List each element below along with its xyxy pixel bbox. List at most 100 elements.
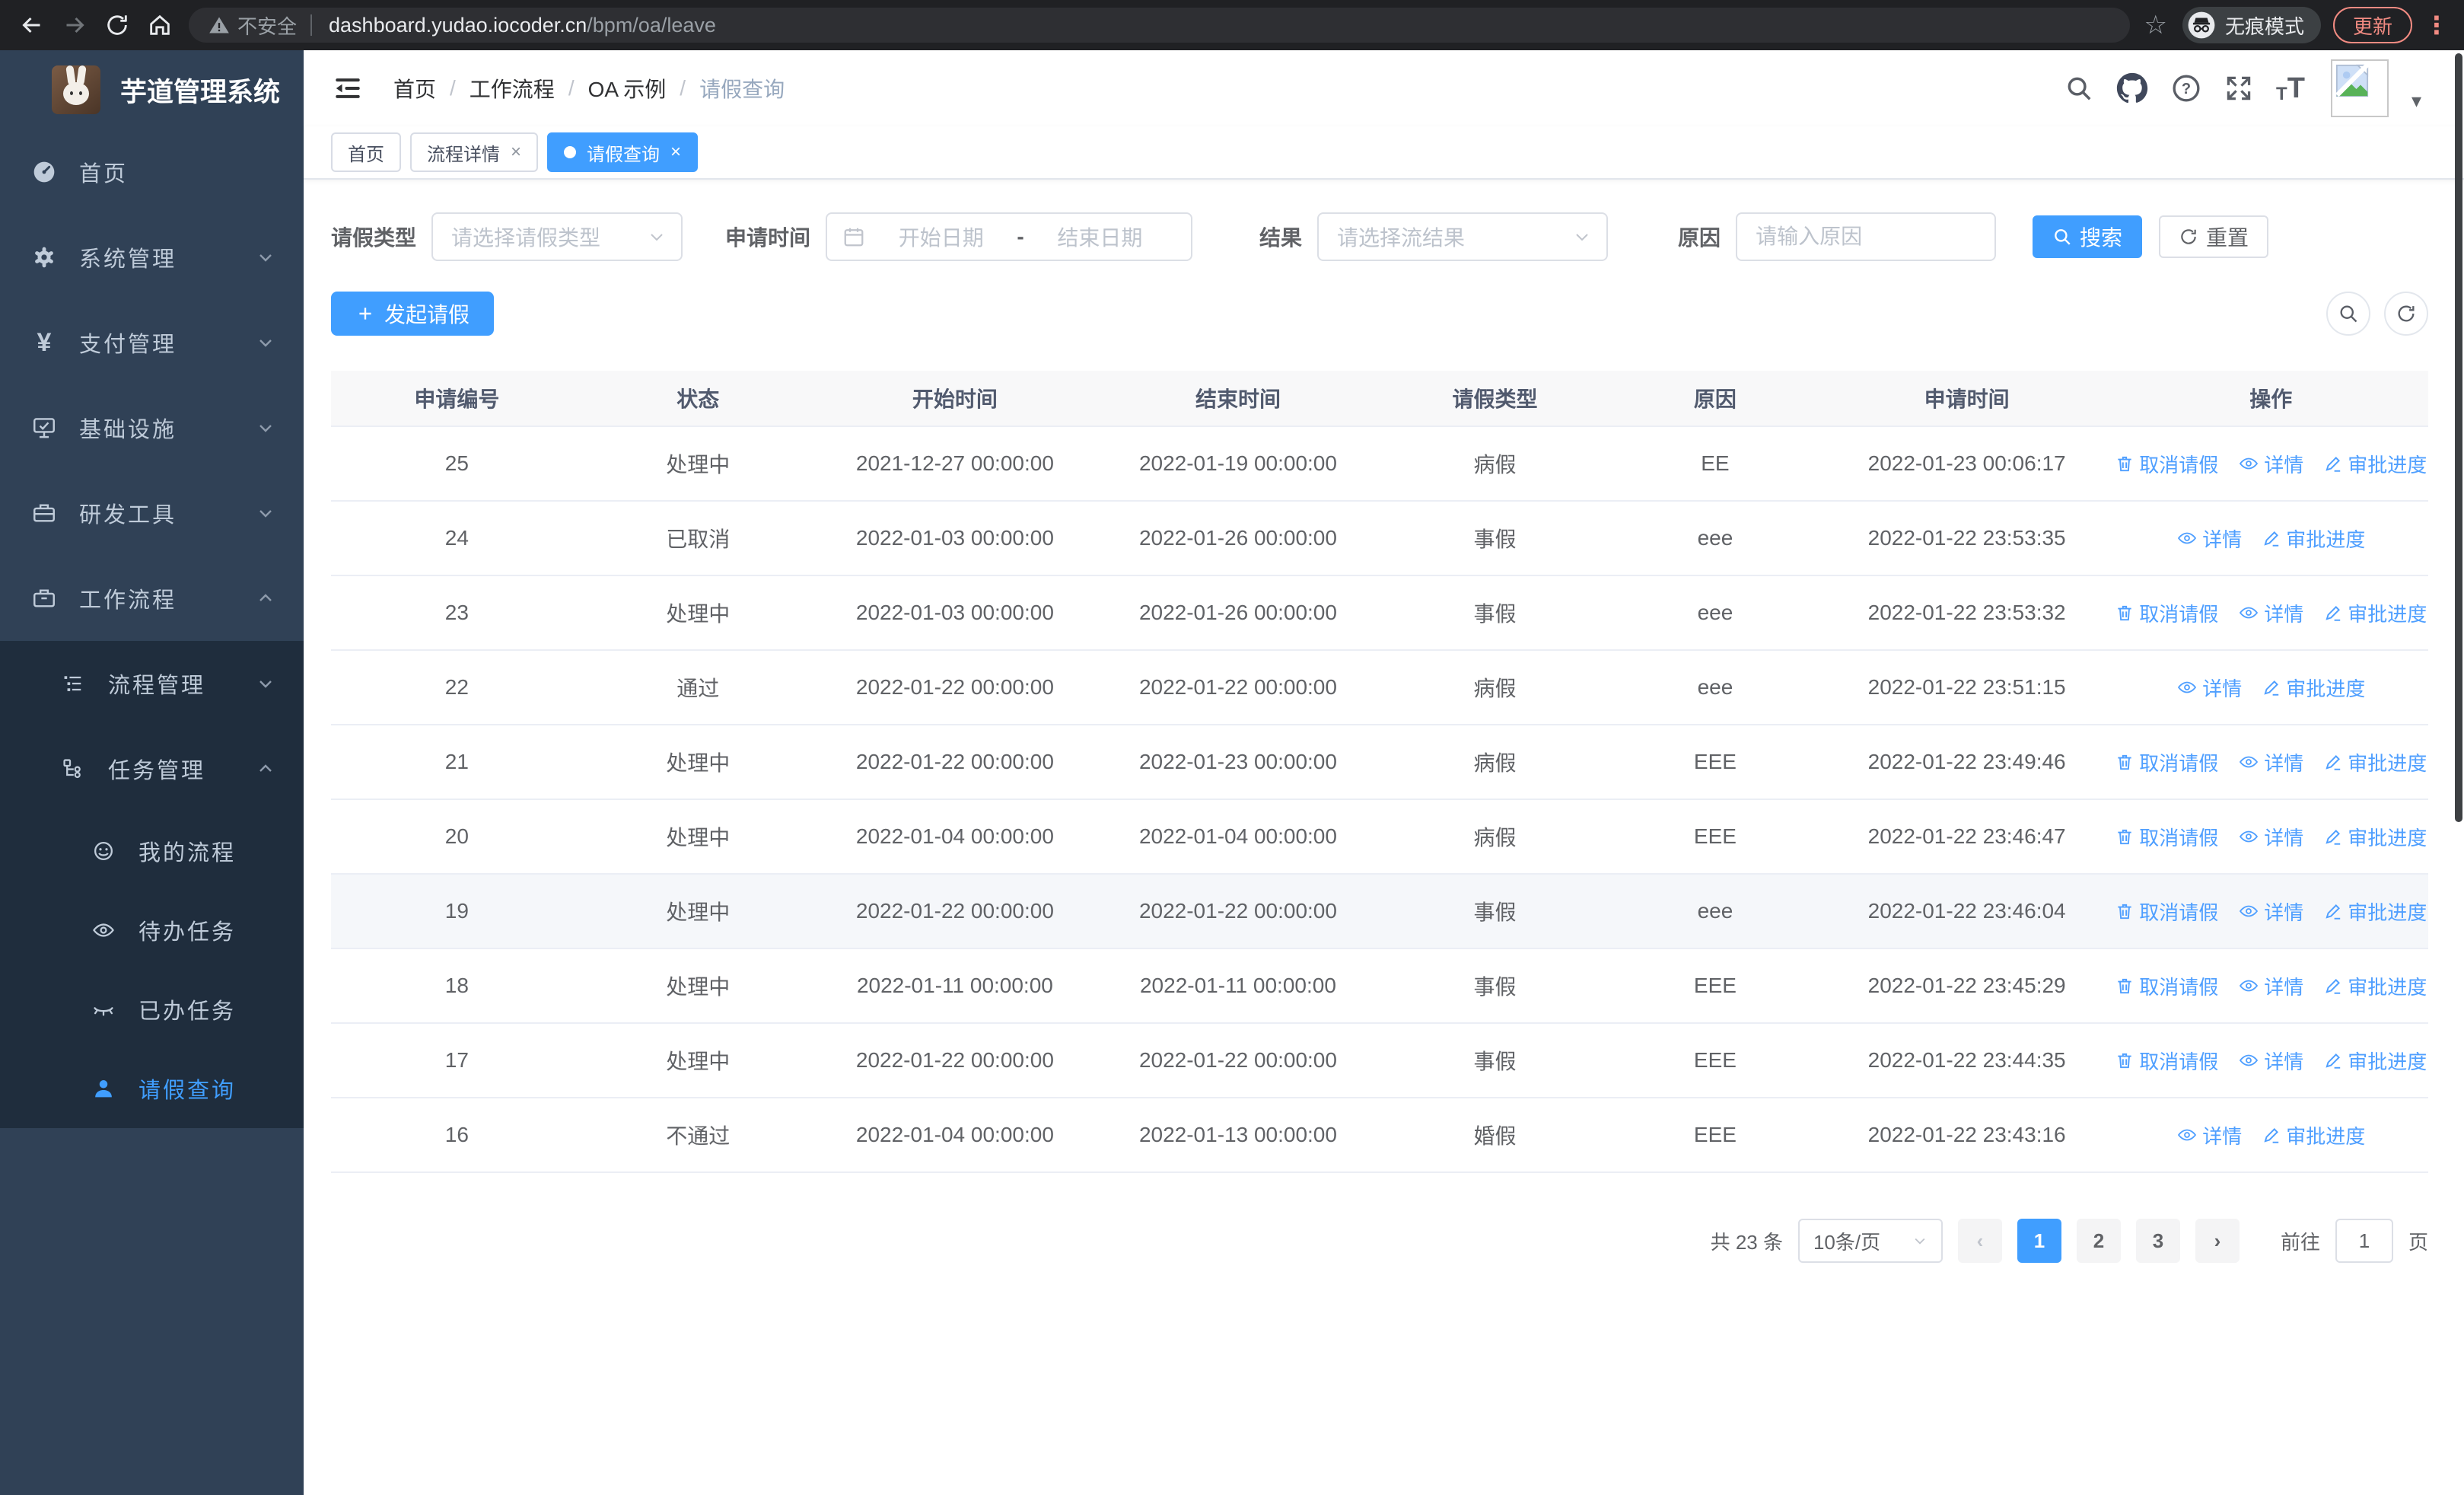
search-icon[interactable] xyxy=(2064,67,2093,110)
action-cancel-link[interactable]: 取消请假 xyxy=(2115,599,2218,627)
bookmark-star-icon[interactable]: ☆ xyxy=(2144,10,2166,40)
table-row: 20 处理中 2022-01-04 00:00:00 2022-01-04 00:00… xyxy=(331,800,2428,875)
refresh-table-button[interactable] xyxy=(2384,292,2428,336)
action-progress-link[interactable]: 审批进度 xyxy=(2323,823,2427,851)
action-cancel-link[interactable]: 取消请假 xyxy=(2115,972,2218,1000)
cell-actions: 取消请假 详情 审批进度 xyxy=(2114,748,2428,776)
security-label[interactable]: 不安全 xyxy=(237,11,297,40)
help-icon[interactable]: ? xyxy=(2171,67,2201,110)
sidebar-item-devtools[interactable]: 研发工具 xyxy=(0,470,304,556)
action-progress-link[interactable]: 审批进度 xyxy=(2323,972,2427,1000)
sidebar-item-leave-query[interactable]: 请假查询 xyxy=(0,1049,304,1128)
reason-input[interactable] xyxy=(1756,225,1977,249)
tab-leave-query[interactable]: 请假查询 × xyxy=(547,132,699,172)
start-date-placeholder[interactable]: 开始日期 xyxy=(865,222,1017,252)
page-button-3[interactable]: 3 xyxy=(2135,1219,2180,1263)
action-detail-link[interactable]: 详情 xyxy=(2238,972,2303,1000)
sidebar-item-system[interactable]: 系统管理 xyxy=(0,215,304,300)
url-path[interactable]: /bpm/oa/leave xyxy=(587,14,716,37)
close-icon[interactable]: × xyxy=(511,142,521,163)
prev-page-button[interactable]: ‹ xyxy=(1957,1219,2002,1263)
table-row: 16 不通过 2022-01-04 00:00:00 2022-01-13 00:00… xyxy=(331,1098,2428,1173)
chevron-up-icon xyxy=(256,589,275,607)
action-detail-link[interactable]: 详情 xyxy=(2238,823,2303,851)
fullscreen-icon[interactable] xyxy=(2224,67,2253,110)
sidebar-item-home[interactable]: 首页 xyxy=(0,129,304,215)
url-host[interactable]: dashboard.yudao.iocoder.cn xyxy=(329,14,587,37)
breadcrumb-item[interactable]: OA 示例 xyxy=(588,73,667,104)
cell-reason: EEE xyxy=(1693,750,1737,773)
action-progress-link[interactable]: 审批进度 xyxy=(2323,897,2427,926)
action-cancel-link[interactable]: 取消请假 xyxy=(2115,450,2218,478)
action-progress-link[interactable]: 审批进度 xyxy=(2262,1121,2365,1149)
breadcrumb-item[interactable]: 工作流程 xyxy=(470,73,555,104)
action-detail-link[interactable]: 详情 xyxy=(2238,450,2303,478)
action-progress-link[interactable]: 审批进度 xyxy=(2262,674,2365,702)
action-detail-link[interactable]: 详情 xyxy=(2238,1047,2303,1075)
home-icon[interactable] xyxy=(138,8,181,42)
action-cancel-link[interactable]: 取消请假 xyxy=(2115,1047,2218,1075)
sidebar-item-payment[interactable]: ¥ 支付管理 xyxy=(0,300,304,385)
forward-icon[interactable] xyxy=(53,8,96,42)
reload-icon[interactable] xyxy=(96,8,138,42)
action-detail-link[interactable]: 详情 xyxy=(2238,748,2303,776)
sidebar-item-workflow[interactable]: 工作流程 xyxy=(0,556,304,641)
page-size-select[interactable]: 10条/页 xyxy=(1797,1219,1943,1263)
action-detail-link[interactable]: 详情 xyxy=(2238,897,2303,926)
caret-down-icon[interactable]: ▾ xyxy=(2411,89,2421,113)
sidebar-item-todo-tasks[interactable]: 待办任务 xyxy=(0,891,304,970)
update-button[interactable]: 更新 xyxy=(2332,7,2412,43)
leave-type-select[interactable]: 请选择请假类型 xyxy=(431,212,683,261)
back-icon[interactable] xyxy=(11,8,53,42)
table-row: 19 处理中 2022-01-22 00:00:00 2022-01-22 00:00… xyxy=(331,875,2428,949)
calendar-icon xyxy=(844,228,864,247)
action-detail-link[interactable]: 详情 xyxy=(2176,1121,2242,1149)
trash-icon xyxy=(2118,754,2131,770)
browser-scrollbar[interactable] xyxy=(2455,53,2462,822)
cell-id: 24 xyxy=(444,526,469,550)
breadcrumb-item-current: 请假查询 xyxy=(699,78,785,101)
page-button-1[interactable]: 1 xyxy=(2017,1219,2061,1263)
cell-status: 处理中 xyxy=(666,751,731,775)
action-cancel-link[interactable]: 取消请假 xyxy=(2115,748,2218,776)
tab-home[interactable]: 首页 xyxy=(331,132,401,172)
cell-actions: 取消请假 详情 审批进度 xyxy=(2114,823,2428,851)
action-progress-link[interactable]: 审批进度 xyxy=(2323,1047,2427,1075)
goto-page-input[interactable] xyxy=(2335,1219,2393,1263)
font-size-icon[interactable]: TT xyxy=(2276,72,2305,105)
sidebar-item-my-process[interactable]: 我的流程 xyxy=(0,811,304,891)
apply-time-range-picker[interactable]: 开始日期 - 结束日期 xyxy=(826,212,1193,261)
sidebar-item-infra[interactable]: 基础设施 xyxy=(0,385,304,470)
sidebar-collapse-icon[interactable] xyxy=(331,72,365,105)
action-cancel-link[interactable]: 取消请假 xyxy=(2115,897,2218,926)
result-select[interactable]: 请选择流结果 xyxy=(1317,212,1609,261)
action-progress-link[interactable]: 审批进度 xyxy=(2323,748,2427,776)
chevron-down-icon xyxy=(1915,1238,1925,1245)
avatar[interactable] xyxy=(2330,59,2389,117)
sidebar-item-task-mgmt[interactable]: 任务管理 xyxy=(0,726,304,811)
page-button-2[interactable]: 2 xyxy=(2076,1219,2121,1263)
toggle-search-button[interactable] xyxy=(2326,292,2370,336)
end-date-placeholder[interactable]: 结束日期 xyxy=(1024,222,1176,252)
action-detail-link[interactable]: 详情 xyxy=(2176,524,2242,553)
action-cancel-link[interactable]: 取消请假 xyxy=(2115,823,2218,851)
logo[interactable]: 芋道管理系统 xyxy=(0,50,304,129)
browser-menu-icon[interactable]: ⋮ xyxy=(2420,11,2453,40)
sidebar-item-done-tasks[interactable]: 已办任务 xyxy=(0,970,304,1049)
breadcrumb-item[interactable]: 首页 xyxy=(393,73,436,104)
create-leave-button[interactable]: 发起请假 xyxy=(331,292,495,336)
tab-process-detail[interactable]: 流程详情 × xyxy=(410,132,539,172)
github-icon[interactable] xyxy=(2116,67,2148,110)
url-bar[interactable]: 不安全 dashboard.yudao.iocoder.cn/bpm/oa/le… xyxy=(189,8,2131,43)
action-detail-link[interactable]: 详情 xyxy=(2238,599,2303,627)
action-progress-link[interactable]: 审批进度 xyxy=(2262,524,2365,553)
search-button[interactable]: 搜索 xyxy=(2033,215,2143,258)
flow-icon xyxy=(59,755,87,783)
close-icon[interactable]: × xyxy=(670,142,681,163)
next-page-button[interactable]: › xyxy=(2195,1219,2240,1263)
action-progress-link[interactable]: 审批进度 xyxy=(2323,599,2427,627)
reset-button[interactable]: 重置 xyxy=(2159,215,2269,258)
sidebar-item-process-mgmt[interactable]: 流程管理 xyxy=(0,641,304,726)
action-progress-link[interactable]: 审批进度 xyxy=(2323,450,2427,478)
action-detail-link[interactable]: 详情 xyxy=(2176,674,2242,702)
